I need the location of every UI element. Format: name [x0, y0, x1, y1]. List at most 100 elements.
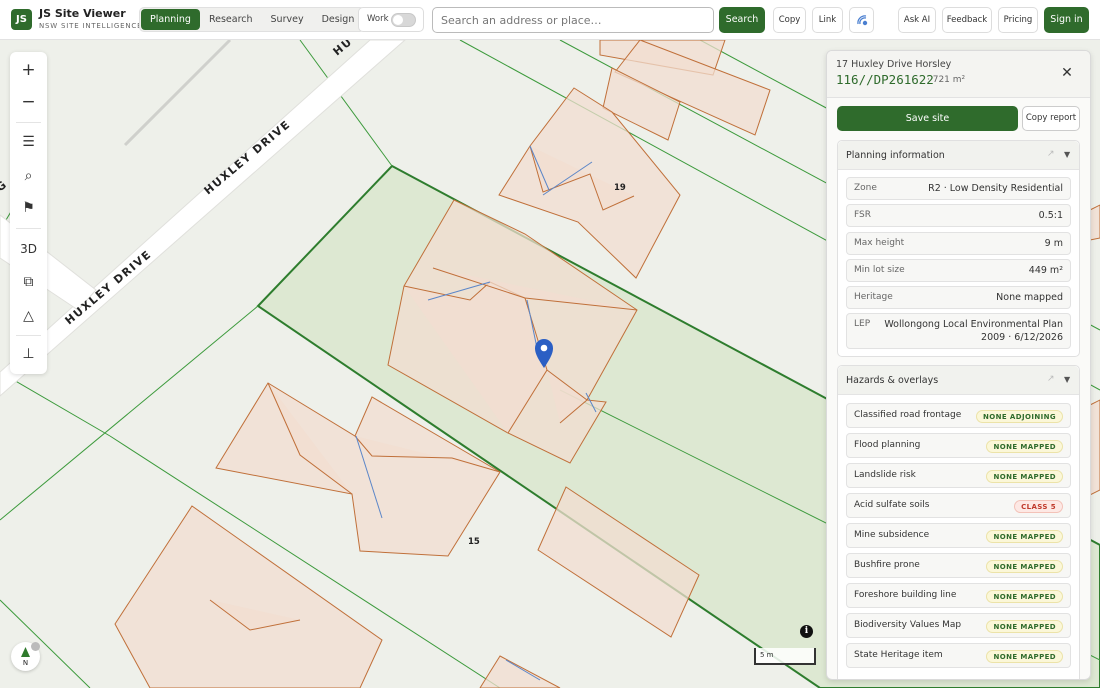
hazard-row: Bushfire prone NONE MAPPED: [846, 553, 1071, 578]
chevron-down-icon[interactable]: ▼: [1064, 150, 1070, 159]
external-link-icon[interactable]: ↗: [1047, 149, 1055, 159]
flag-button[interactable]: ⚑: [10, 194, 47, 222]
toolbar-divider: [16, 122, 41, 123]
hazard-row: Mine subsidence NONE MAPPED: [846, 523, 1071, 548]
planning-row-zone: Zone R2 · Low Density Residential: [846, 177, 1071, 200]
tab-design[interactable]: Design: [313, 9, 364, 30]
status-badge: NONE ADJOINING: [976, 410, 1063, 423]
layers-icon: ☰: [22, 134, 35, 150]
hazard-row: Landslide risk NONE MAPPED: [846, 463, 1071, 488]
compass-label: N: [22, 659, 29, 667]
external-link-icon[interactable]: ↗: [1047, 374, 1055, 384]
elevation-icon: ⊥: [22, 346, 35, 362]
search-button[interactable]: Search: [719, 7, 765, 33]
3d-label: 3D: [20, 242, 37, 256]
planning-row-max-height: Max height 9 m: [846, 232, 1071, 255]
hazards-section-header[interactable]: Hazards & overlays ↗ ▼: [838, 366, 1079, 395]
row-value: Wollongong Local Environmental Plan: [884, 319, 1063, 330]
row-key: Max height: [854, 238, 905, 248]
copy-layer-button[interactable]: ⧉: [10, 268, 47, 296]
close-icon[interactable]: ✕: [1059, 65, 1075, 81]
tab-research[interactable]: Research: [200, 9, 262, 30]
planning-row-min-lot-size: Min lot size 449 m²: [846, 259, 1071, 282]
map-search-button[interactable]: ⌕: [10, 162, 47, 190]
feedback-button[interactable]: Feedback: [942, 7, 992, 33]
copy-report-button[interactable]: Copy report: [1022, 106, 1080, 131]
search-input[interactable]: [432, 7, 714, 33]
hazard-name: Acid sulfate soils: [854, 500, 930, 510]
ask-ai-button[interactable]: Ask AI: [898, 7, 936, 33]
row-key: FSR: [854, 210, 871, 220]
hazard-name: Biodiversity Values Map: [854, 620, 962, 630]
planning-section-header[interactable]: Planning information ↗ ▼: [838, 141, 1079, 170]
hazard-row: State Heritage item NONE MAPPED: [846, 643, 1071, 668]
minus-icon: −: [21, 92, 36, 112]
copy-button[interactable]: Copy: [773, 7, 806, 33]
row-key: Zone: [854, 183, 877, 193]
hazard-row: Foreshore building line NONE MAPPED: [846, 583, 1071, 608]
site-address: 17 Huxley Drive Horsley: [836, 59, 952, 70]
copy-icon: ⧉: [23, 274, 34, 290]
row-value: 9 m: [1044, 238, 1063, 249]
status-badge: NONE MAPPED: [986, 440, 1063, 453]
plus-icon: +: [21, 60, 36, 80]
row-value: 2009 · 6/12/2026: [981, 332, 1063, 343]
scale-bar: 5 m: [754, 648, 816, 665]
row-value: R2 · Low Density Residential: [928, 183, 1063, 194]
panel-header: 17 Huxley Drive Horsley 116//DP261622 · …: [827, 51, 1090, 98]
status-badge: CLASS 5: [1014, 500, 1063, 513]
row-key: Min lot size: [854, 265, 905, 275]
basemap-button[interactable]: [849, 7, 874, 33]
hazard-row: Classified road frontage NONE ADJOINING: [846, 403, 1071, 428]
tab-survey[interactable]: Survey: [262, 9, 313, 30]
info-icon[interactable]: i: [800, 625, 813, 638]
status-badge: NONE MAPPED: [986, 620, 1063, 633]
house-number-15: 15: [468, 537, 480, 547]
planning-section: Planning information ↗ ▼ Zone R2 · Low D…: [837, 140, 1080, 357]
layers-button[interactable]: ☰: [10, 128, 47, 156]
logo-mark: JS: [11, 9, 32, 30]
measure-icon: △: [23, 308, 34, 324]
scale-label: 5 m: [760, 651, 774, 659]
map-toolbar: + − ☰ ⌕ ⚑ 3D ⧉ △ ⊥: [10, 52, 47, 374]
pricing-button[interactable]: Pricing: [998, 7, 1038, 33]
tab-planning[interactable]: Planning: [141, 9, 200, 30]
status-badge: NONE MAPPED: [986, 650, 1063, 663]
hazard-name: Flood planning: [854, 440, 921, 450]
zoom-in-button[interactable]: +: [10, 56, 47, 84]
hazards-section: Hazards & overlays ↗ ▼ Classified road f…: [837, 365, 1080, 679]
status-badge: NONE MAPPED: [986, 530, 1063, 543]
work-toggle[interactable]: [391, 13, 416, 27]
zoom-out-button[interactable]: −: [10, 88, 47, 116]
measure-button[interactable]: △: [10, 302, 47, 330]
status-badge: NONE MAPPED: [986, 590, 1063, 603]
row-key: LEP: [854, 319, 871, 329]
row-key: Heritage: [854, 292, 893, 302]
house-number-19: 19: [614, 183, 626, 193]
save-site-button[interactable]: Save site: [837, 106, 1018, 131]
flag-icon: ⚑: [22, 200, 35, 216]
sign-in-button[interactable]: Sign in: [1044, 7, 1089, 33]
hazard-name: Bushfire prone: [854, 560, 920, 570]
link-button[interactable]: Link: [812, 7, 843, 33]
hazard-name: Landslide risk: [854, 470, 916, 480]
toolbar-divider: [16, 335, 41, 336]
status-badge: NONE MAPPED: [986, 470, 1063, 483]
3d-button[interactable]: 3D: [10, 235, 47, 263]
satellite-icon: [856, 15, 867, 26]
section-title: Planning information: [846, 150, 945, 161]
top-bar: JS JS Site Viewer NSW SITE INTELLIGENCE …: [0, 0, 1100, 40]
hazard-row: Flood planning NONE MAPPED: [846, 433, 1071, 458]
chevron-down-icon[interactable]: ▼: [1064, 375, 1070, 384]
reset-bearing-dot[interactable]: [31, 642, 40, 651]
row-value: 449 m²: [1028, 265, 1063, 276]
planning-row-fsr: FSR 0.5:1: [846, 204, 1071, 227]
work-toggle-group: Work: [358, 7, 424, 32]
elevation-button[interactable]: ⊥: [10, 340, 47, 368]
status-badge: NONE MAPPED: [986, 560, 1063, 573]
hazard-name: Classified road frontage: [854, 410, 962, 420]
row-value: 0.5:1: [1038, 210, 1063, 221]
hazard-name: Foreshore building line: [854, 590, 957, 600]
toggle-knob: [393, 15, 403, 25]
hazard-row: Acid sulfate soils CLASS 5: [846, 493, 1071, 518]
